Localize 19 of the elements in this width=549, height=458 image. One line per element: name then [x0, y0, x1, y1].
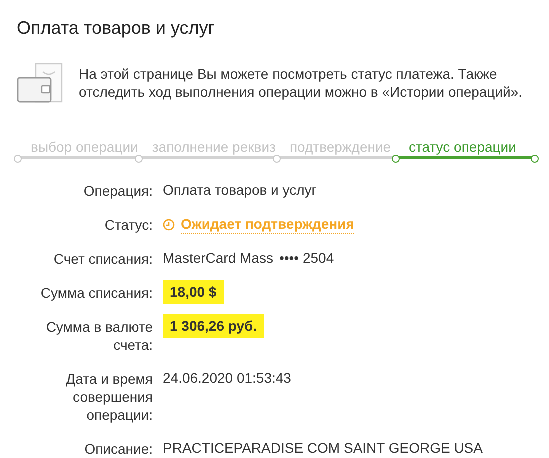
info-text: На этой странице Вы можете посмотреть статус платежа. Также отследить ход выполнения операции можно в «Истории операций». [79, 65, 524, 101]
wallet-icon [17, 61, 63, 105]
detail-label: Описание: [84, 440, 153, 458]
detail-label: Счет списания: [52, 250, 153, 268]
account-name: MasterCard Mass [163, 249, 274, 267]
clock-icon [163, 218, 175, 230]
detail-label: Операция: [82, 182, 153, 200]
detail-label: Сумма в валюте счета: [45, 318, 153, 354]
card-number: •••• 2504 [279, 249, 334, 267]
status-link[interactable]: Ожидает подтверждения [181, 215, 354, 234]
detail-label: Дата и время совершения операции: [65, 370, 153, 424]
page-title: Оплата товаров и услуг [17, 17, 216, 40]
detail-label: Статус: [104, 216, 153, 234]
detail-label: Сумма списания: [40, 284, 153, 302]
amount-value: 18,00 $ [163, 280, 224, 304]
amount-value: 1 306,26 руб. [163, 314, 264, 338]
detail-value: 24.06.2020 01:53:43 [163, 369, 292, 387]
detail-value: PRACTICEPARADISE COM SAINT GEORGE USA [163, 439, 483, 457]
detail-value: Оплата товаров и услуг [163, 181, 317, 199]
